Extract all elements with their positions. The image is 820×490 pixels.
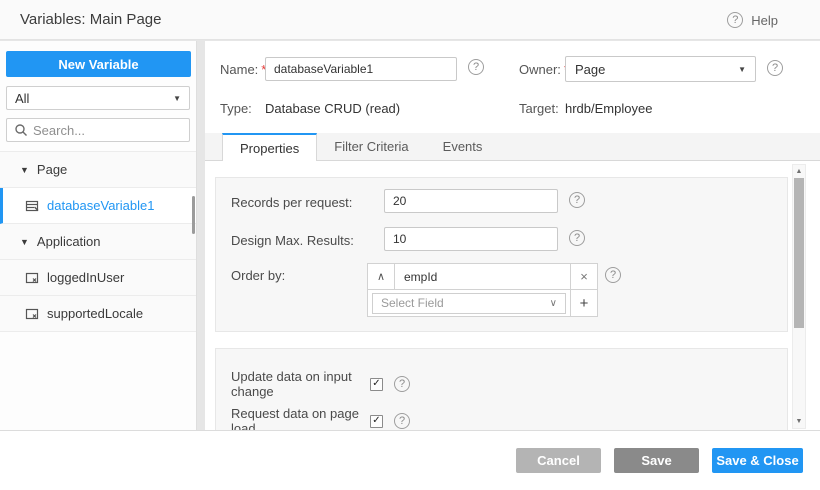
variables-dialog: Variables: Main Page ? Help New Variable… <box>0 0 820 490</box>
tree-item-label: supportedLocale <box>47 306 143 321</box>
tree-group-application[interactable]: ▼ Application <box>0 224 196 260</box>
design-max-results-help-icon[interactable]: ? <box>569 230 585 246</box>
records-per-request-label: Records per request: <box>231 195 352 210</box>
tree-group-label: Application <box>37 234 101 249</box>
database-variable-icon <box>25 199 39 213</box>
type-label: Type: <box>220 101 252 116</box>
tab-properties[interactable]: Properties <box>222 133 317 161</box>
cancel-button[interactable]: Cancel <box>516 448 601 473</box>
type-value: Database CRUD (read) <box>265 101 400 116</box>
update-on-input-row: Update data on input change ✓ ? <box>231 369 410 399</box>
variables-tree: ▼ Page databaseVariable1 ▼ Application <box>0 151 196 332</box>
chevron-down-icon: ▼ <box>173 94 181 103</box>
chevron-down-icon: ∨ <box>550 298 557 309</box>
tree-item-label: loggedInUser <box>47 270 124 285</box>
detail-tabs: Properties Filter Criteria Events <box>205 133 820 161</box>
order-by-add-row: Select Field ∨ + <box>367 289 598 317</box>
behavior-settings-group: Update data on input change ✓ ? Request … <box>215 348 788 430</box>
close-icon: × <box>580 269 588 284</box>
variable-filter-value: All <box>15 91 29 106</box>
tab-events[interactable]: Events <box>426 133 500 160</box>
save-button[interactable]: Save <box>614 448 699 473</box>
save-and-close-button[interactable]: Save & Close <box>712 448 803 473</box>
select-field-placeholder: Select Field <box>381 296 444 310</box>
order-by-help-icon[interactable]: ? <box>605 267 621 283</box>
page-title: Variables: Main Page <box>20 0 161 40</box>
target-value: hrdb/Employee <box>565 101 652 116</box>
chevron-down-icon: ▼ <box>738 65 746 74</box>
tree-group-label: Page <box>37 162 67 177</box>
dialog-header: Variables: Main Page ? Help <box>0 0 820 40</box>
variables-sidebar: New Variable All ▼ ▼ Page <box>0 41 197 430</box>
target-label: Target: <box>519 101 559 116</box>
help-button[interactable]: ? Help <box>727 0 778 40</box>
chevron-up-icon: ∧ <box>377 270 385 283</box>
variable-filter-select[interactable]: All ▼ <box>6 86 190 110</box>
tree-item-loggedInUser[interactable]: loggedInUser <box>0 260 196 296</box>
static-variable-icon <box>25 307 39 321</box>
request-on-load-row: Request data on page load ✓ ? <box>231 406 410 430</box>
data-settings-group: Records per request: ? Design Max. Resul… <box>215 177 788 332</box>
tree-item-databaseVariable1[interactable]: databaseVariable1 <box>0 188 196 224</box>
tree-item-label: databaseVariable1 <box>47 198 154 213</box>
update-on-input-checkbox[interactable]: ✓ <box>370 378 383 391</box>
name-label: Name:* <box>220 62 266 77</box>
add-order-field-button[interactable]: + <box>570 289 598 317</box>
update-on-input-label: Update data on input change <box>231 369 370 399</box>
help-label: Help <box>751 13 778 28</box>
owner-value: Page <box>575 62 605 77</box>
design-max-results-input[interactable] <box>384 227 558 251</box>
tab-filter-criteria[interactable]: Filter Criteria <box>317 133 425 160</box>
caret-down-icon: ▼ <box>20 237 29 247</box>
name-input[interactable] <box>265 57 457 81</box>
design-max-results-label: Design Max. Results: <box>231 233 354 248</box>
order-by-row: ∧ empId × <box>367 263 598 290</box>
records-per-request-help-icon[interactable]: ? <box>569 192 585 208</box>
plus-icon: + <box>580 295 589 312</box>
scroll-down-icon[interactable]: ▼ <box>793 418 805 425</box>
variable-search[interactable] <box>6 118 190 142</box>
variable-detail-panel: Name:* ? Owner:* Page ▼ ? Type: Database… <box>205 41 820 430</box>
static-variable-icon <box>25 271 39 285</box>
order-by-field-value[interactable]: empId <box>394 263 571 290</box>
request-on-load-label: Request data on page load <box>231 406 370 430</box>
tree-item-supportedLocale[interactable]: supportedLocale <box>0 296 196 332</box>
variable-summary-form: Name:* ? Owner:* Page ▼ ? Type: Database… <box>205 41 820 133</box>
records-per-request-input[interactable] <box>384 189 558 213</box>
properties-tab-content: Records per request: ? Design Max. Resul… <box>205 162 820 430</box>
owner-select[interactable]: Page ▼ <box>565 56 756 82</box>
request-on-load-help-icon[interactable]: ? <box>394 413 410 429</box>
request-on-load-checkbox[interactable]: ✓ <box>370 415 383 428</box>
help-icon: ? <box>727 12 743 28</box>
dialog-footer: Cancel Save Save & Close <box>0 430 820 490</box>
content-scrollbar: ▲ ▼ <box>792 164 806 429</box>
scroll-up-icon[interactable]: ▲ <box>793 168 805 175</box>
caret-down-icon: ▼ <box>20 165 29 175</box>
tree-group-page[interactable]: ▼ Page <box>0 152 196 188</box>
search-input[interactable] <box>33 123 197 138</box>
order-by-label: Order by: <box>231 268 285 283</box>
search-icon <box>14 123 28 137</box>
sidebar-scrollbar-thumb[interactable] <box>192 196 195 234</box>
remove-order-field-button[interactable]: × <box>570 263 598 290</box>
owner-label: Owner:* <box>519 62 569 77</box>
select-field-dropdown[interactable]: Select Field ∨ <box>367 289 571 317</box>
owner-help-icon[interactable]: ? <box>767 60 783 76</box>
scrollbar-thumb[interactable] <box>794 178 804 328</box>
update-on-input-help-icon[interactable]: ? <box>394 376 410 392</box>
name-help-icon[interactable]: ? <box>468 59 484 75</box>
sort-ascending-toggle[interactable]: ∧ <box>367 263 395 290</box>
new-variable-button[interactable]: New Variable <box>6 51 191 77</box>
